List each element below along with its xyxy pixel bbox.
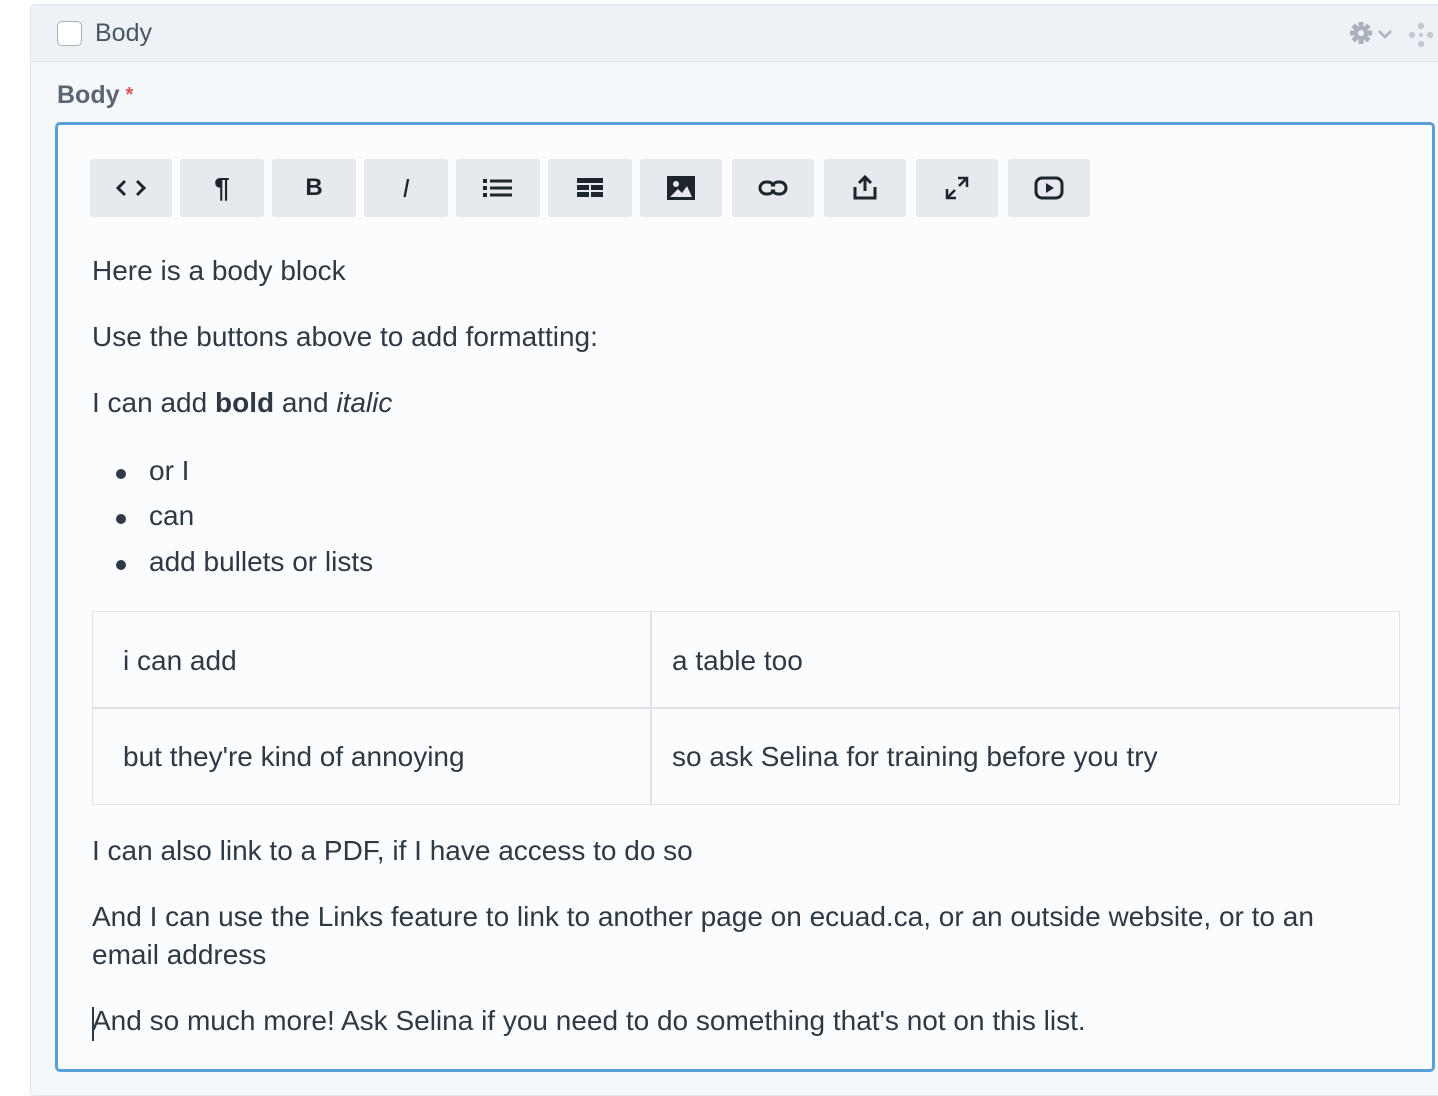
table-cell[interactable]: a table too (672, 645, 803, 677)
table-icon (577, 177, 603, 199)
bullet-dot (116, 514, 126, 524)
bullet-dot (116, 469, 126, 479)
bullet-list-button[interactable] (456, 159, 540, 217)
bold-icon: B (305, 174, 323, 201)
italic-text: italic (336, 387, 393, 418)
rich-text-editor[interactable]: ¶ B I Here is a body block Use the butto… (55, 122, 1435, 1072)
code-icon (116, 178, 146, 198)
link-button[interactable] (732, 159, 814, 217)
list-item: or I (149, 455, 190, 486)
content-table[interactable]: i can add a table too but they're kind o… (92, 611, 1400, 805)
text-cursor (92, 1007, 94, 1041)
paragraph: And I can use the Links feature to link … (92, 901, 1314, 932)
block-header: Body (31, 5, 1438, 62)
bold-text: bold (214, 387, 275, 418)
list-icon (483, 177, 513, 199)
table-row-divider (93, 707, 1399, 709)
source-code-button[interactable] (90, 159, 172, 217)
drag-handle-icon[interactable] (1407, 21, 1435, 49)
bold-button[interactable]: B (272, 159, 356, 217)
paragraph-continuation: email address (92, 939, 267, 970)
pilcrow-icon: ¶ (214, 172, 230, 203)
fullscreen-button[interactable] (916, 159, 998, 217)
expand-icon (944, 175, 970, 201)
paragraph-formatting: I can add bold and italic (92, 387, 392, 419)
required-marker: * (125, 84, 134, 106)
paragraph: Here is a body block (92, 255, 346, 286)
field-label-text: Body (57, 81, 120, 109)
image-button[interactable] (640, 159, 722, 217)
text-span: I can add (92, 387, 215, 418)
video-embed-button[interactable] (1008, 159, 1090, 217)
share-icon (851, 175, 879, 201)
play-icon (1034, 176, 1064, 200)
table-cell[interactable]: but they're kind of annoying (123, 741, 465, 773)
streamfield-block-panel: Body Body * ¶ B I Here is a body block U… (30, 4, 1438, 1096)
paragraph: And so much more! Ask Selina if you need… (92, 1005, 1086, 1036)
upload-button[interactable] (824, 159, 906, 217)
italic-icon: I (402, 172, 410, 203)
list-item: add bullets or lists (149, 546, 374, 577)
paragraph: Use the buttons above to add formatting: (92, 321, 598, 352)
block-header-title: Body (95, 19, 152, 47)
table-cell[interactable]: so ask Selina for training before you tr… (672, 741, 1158, 773)
field-label: Body * (57, 81, 133, 110)
table-button[interactable] (548, 159, 632, 217)
block-select-checkbox[interactable] (57, 21, 82, 46)
italic-button[interactable]: I (364, 159, 448, 217)
list-item: can (149, 500, 195, 531)
gear-icon[interactable] (1349, 20, 1397, 48)
paragraph-button[interactable]: ¶ (180, 159, 264, 217)
link-icon (758, 178, 788, 198)
bullet-dot (116, 560, 126, 570)
paragraph: I can also link to a PDF, if I have acce… (92, 835, 693, 866)
image-icon (667, 176, 695, 200)
table-cell[interactable]: i can add (123, 645, 237, 677)
text-span: and (274, 387, 337, 418)
